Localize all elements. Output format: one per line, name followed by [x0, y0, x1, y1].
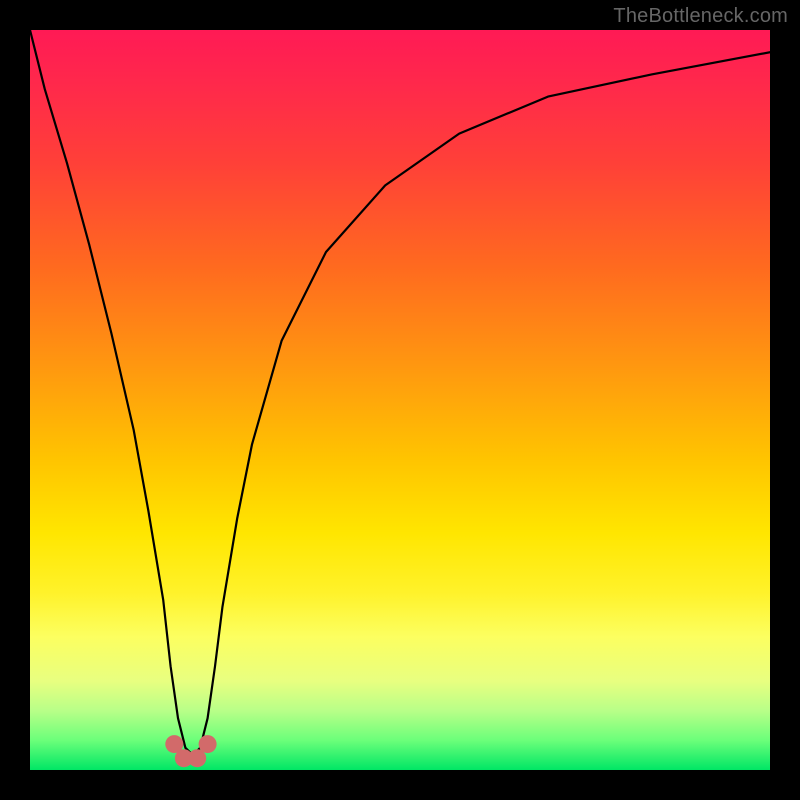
plot-area [30, 30, 770, 770]
marker-layer [165, 735, 216, 767]
chart-frame: TheBottleneck.com [0, 0, 800, 800]
curve-layer [30, 30, 770, 755]
watermark-text: TheBottleneck.com [613, 5, 788, 28]
valley-marker-right [199, 735, 217, 753]
chart-svg [30, 30, 770, 770]
bottleneck-curve [30, 30, 770, 755]
